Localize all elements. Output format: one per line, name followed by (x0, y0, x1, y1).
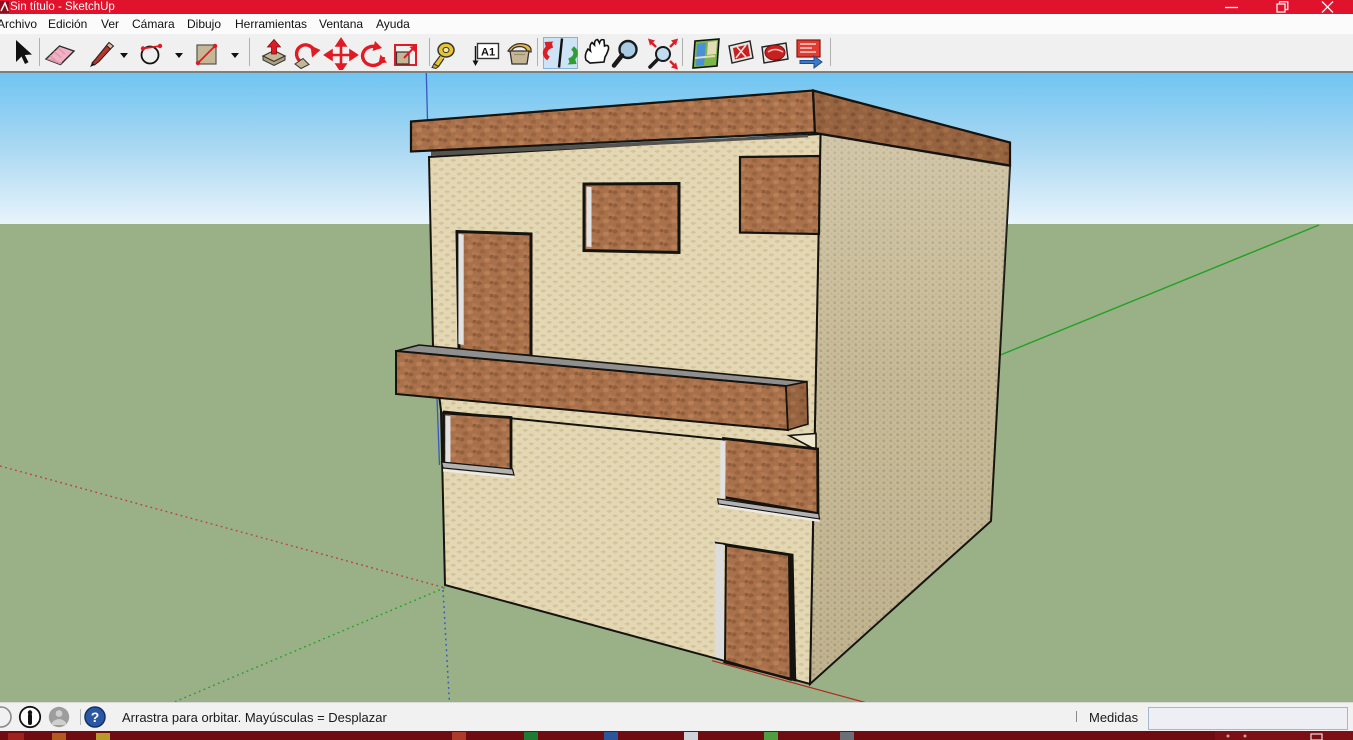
svg-text:A1: A1 (481, 47, 495, 59)
svg-text:?: ? (91, 709, 100, 725)
